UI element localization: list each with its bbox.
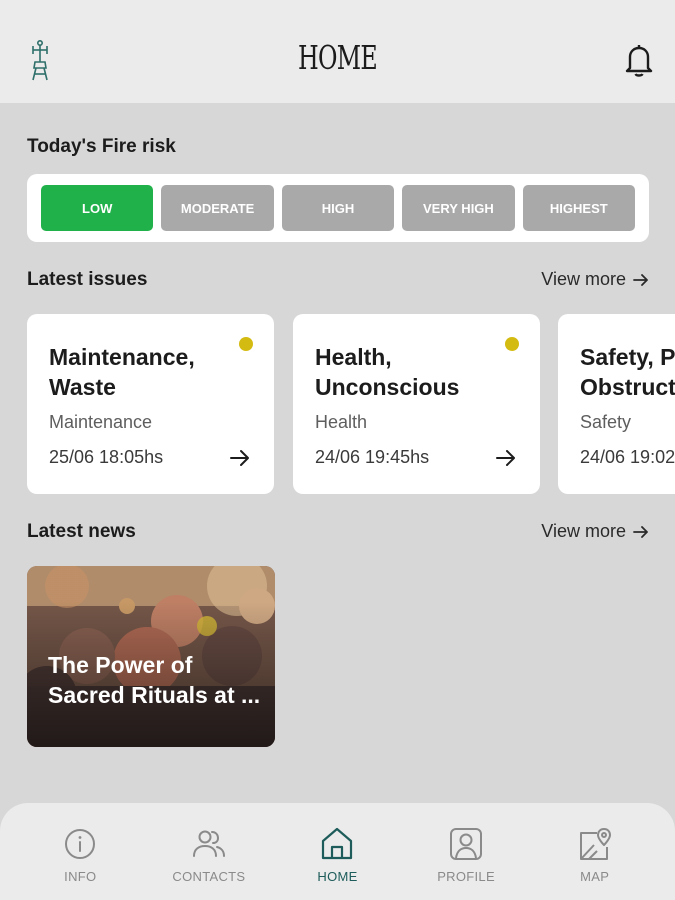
stilt-figure-logo-icon[interactable] xyxy=(24,38,56,82)
nav-label: CONTACTS xyxy=(172,869,246,884)
issues-carousel[interactable]: Maintenance, Waste Maintenance 25/06 18:… xyxy=(27,314,675,494)
info-icon xyxy=(65,829,96,859)
issue-date: 24/06 19:02 xyxy=(580,447,675,467)
issue-date: 25/06 18:05hs xyxy=(49,447,164,467)
issue-title-line: Waste xyxy=(49,374,116,400)
risk-level-high[interactable]: HIGH xyxy=(281,185,395,231)
fire-risk-selector: LOW MODERATE HIGH VERY HIGH HIGHEST xyxy=(27,174,649,242)
profile-icon xyxy=(450,828,483,860)
issue-title-line: Safety, Pa xyxy=(580,344,675,370)
issue-category: Maintenance xyxy=(49,412,153,432)
app-header: HOME xyxy=(0,0,675,103)
arrow-right-icon xyxy=(633,525,648,538)
status-dot xyxy=(239,337,253,351)
bottom-navigation: INFO CONTACTS HOME PROFILE MAP xyxy=(0,803,675,900)
fire-risk-title: Today's Fire risk xyxy=(27,136,176,157)
bell-icon[interactable] xyxy=(622,42,656,78)
news-title: The Power of Sacred Rituals at ... xyxy=(48,652,261,708)
view-more-label: View more xyxy=(541,269,626,289)
nav-item-map[interactable]: MAP xyxy=(539,803,651,900)
issue-category: Safety xyxy=(580,412,632,432)
map-pin-icon xyxy=(579,828,611,860)
arrow-right-icon xyxy=(633,273,648,286)
nav-item-info[interactable]: INFO xyxy=(24,803,136,900)
issues-view-more-link[interactable]: View more xyxy=(541,269,650,290)
latest-news-title: Latest news xyxy=(27,521,136,542)
risk-level-very-high[interactable]: VERY HIGH xyxy=(402,185,515,231)
issue-title-line: Maintenance, xyxy=(49,344,195,370)
issue-title-line: Health, xyxy=(315,344,392,370)
home-icon xyxy=(322,827,353,860)
issue-card[interactable]: Safety, Pa Obstructi Safety 24/06 19:02 xyxy=(558,314,675,494)
risk-level-low[interactable]: LOW xyxy=(41,185,154,231)
issue-title-line: Obstructi xyxy=(580,374,675,400)
view-more-label: View more xyxy=(541,521,626,541)
arrow-right-icon[interactable] xyxy=(229,447,251,469)
issue-category: Health xyxy=(315,412,368,432)
nav-label: PROFILE xyxy=(437,869,495,884)
news-view-more-link[interactable]: View more xyxy=(541,521,650,542)
contacts-icon xyxy=(192,830,225,857)
issue-title-line: Unconscious xyxy=(315,374,460,400)
news-card[interactable]: The Power of Sacred Rituals at ... xyxy=(27,566,275,747)
nav-item-profile[interactable]: PROFILE xyxy=(410,803,522,900)
issue-card[interactable]: Health, Unconscious Health 24/06 19:45hs xyxy=(293,314,540,494)
nav-label: MAP xyxy=(580,869,610,884)
latest-issues-title: Latest issues xyxy=(27,269,148,290)
nav-label: HOME xyxy=(317,869,358,884)
issue-date: 24/06 19:45hs xyxy=(315,447,430,467)
nav-item-contacts[interactable]: CONTACTS xyxy=(153,803,265,900)
status-dot xyxy=(505,337,519,351)
risk-level-moderate[interactable]: MODERATE xyxy=(161,185,274,231)
nav-label: INFO xyxy=(64,869,97,884)
issue-card[interactable]: Maintenance, Waste Maintenance 25/06 18:… xyxy=(27,314,274,494)
nav-item-home[interactable]: HOME xyxy=(281,803,393,900)
risk-level-highest[interactable]: HIGHEST xyxy=(522,185,636,231)
arrow-right-icon[interactable] xyxy=(495,447,517,469)
page-title: HOME xyxy=(298,38,378,77)
